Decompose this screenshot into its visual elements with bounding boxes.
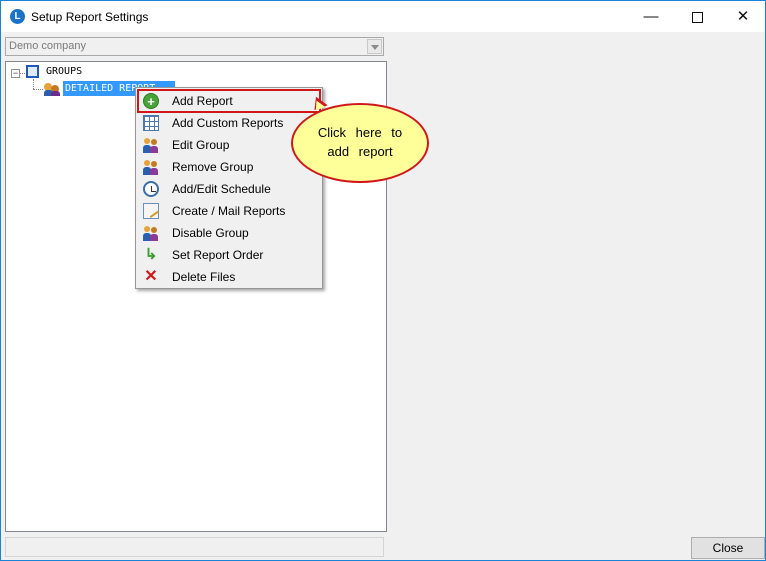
edit-group-icon [143, 137, 159, 153]
menu-item-label: Remove Group [172, 160, 254, 174]
close-window-button[interactable]: ✕ [720, 1, 766, 32]
menu-item-add-report[interactable]: + Add Report [137, 89, 321, 113]
schedule-icon [143, 181, 159, 197]
chevron-down-icon [371, 45, 379, 50]
menu-item-disable-group[interactable]: Disable Group [138, 222, 320, 244]
tree-node-groups[interactable]: GROUPS [46, 66, 82, 77]
app-logo-icon: L [10, 9, 25, 24]
remove-group-icon [143, 159, 159, 175]
callout-line-1: Click here to [317, 125, 403, 140]
title-bar: L Setup Report Settings — ✕ [1, 1, 765, 32]
menu-item-label: Set Report Order [172, 248, 264, 262]
menu-item-label: Edit Group [172, 138, 230, 152]
grid-icon [143, 115, 159, 131]
tree-connector [33, 89, 43, 90]
close-button[interactable]: Close [691, 537, 765, 559]
menu-item-label: Add Report [172, 94, 233, 108]
company-select-dropdown-button[interactable] [367, 39, 382, 54]
menu-item-label: Create / Mail Reports [172, 204, 286, 218]
company-select-value: Demo company [9, 40, 87, 52]
window-title: Setup Report Settings [31, 10, 149, 24]
order-icon: ↳ [144, 246, 158, 263]
add-icon: + [143, 93, 159, 109]
context-menu: + Add Report Add Custom Reports Edit Gro… [135, 87, 323, 289]
delete-icon: ✕ [144, 268, 158, 285]
menu-item-label: Disable Group [172, 226, 249, 240]
maximize-button[interactable] [674, 1, 720, 32]
maximize-icon [691, 11, 703, 23]
close-icon: ✕ [736, 8, 750, 25]
menu-item-label: Add Custom Reports [172, 116, 284, 130]
menu-item-label: Delete Files [172, 270, 236, 284]
tree-collapse-toggle[interactable]: − [11, 69, 20, 78]
minimize-icon: — [643, 8, 659, 25]
users-icon [44, 82, 60, 96]
status-field [5, 537, 384, 557]
menu-item-create-mail-reports[interactable]: Create / Mail Reports [138, 200, 320, 222]
callout-line-2: add report [327, 144, 393, 159]
menu-item-delete-files[interactable]: ✕ Delete Files [138, 266, 320, 288]
tree-connector [33, 79, 34, 89]
menu-item-label: Add/Edit Schedule [172, 182, 271, 196]
minimize-button[interactable]: — [628, 1, 674, 32]
menu-item-set-report-order[interactable]: ↳ Set Report Order [138, 244, 320, 266]
setup-report-settings-window: L Setup Report Settings — ✕ Demo company… [0, 0, 766, 561]
menu-item-add-edit-schedule[interactable]: Add/Edit Schedule [138, 178, 320, 200]
company-select[interactable]: Demo company [5, 37, 384, 56]
groups-folder-icon [26, 65, 39, 78]
callout-bubble: Click here to add report [291, 103, 429, 183]
mail-icon [143, 203, 159, 219]
callout-text: Click here to add report [293, 123, 427, 161]
disable-group-icon [143, 225, 159, 241]
